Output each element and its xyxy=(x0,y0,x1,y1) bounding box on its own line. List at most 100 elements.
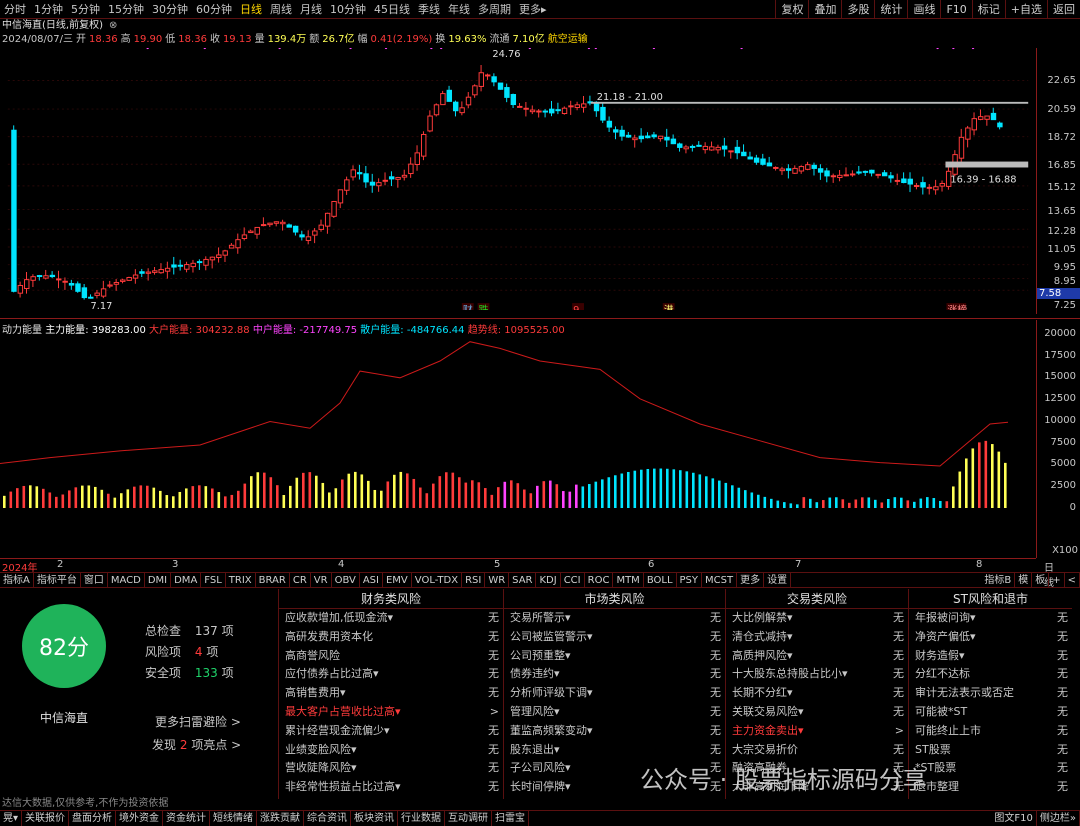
indicator-tab-5[interactable]: DMA xyxy=(171,573,202,587)
bottom-tab-8[interactable]: 板块资讯 xyxy=(351,811,399,826)
period-tab-13[interactable]: 多周期 xyxy=(474,0,515,19)
risk-row[interactable]: 应收款增加,低现金流▾ 无 xyxy=(279,609,503,628)
bottom-tab-3[interactable]: 境外资金 xyxy=(116,811,164,826)
risk-row[interactable]: 净资产偏低▾ 无 xyxy=(909,628,1072,647)
risk-row[interactable]: 大宗交易折价 无 xyxy=(726,741,908,760)
tool-button-4[interactable]: 画线 xyxy=(907,0,940,19)
risk-row[interactable]: 可能被*ST 无 xyxy=(909,703,1072,722)
period-tab-2[interactable]: 5分钟 xyxy=(67,0,104,19)
risk-row[interactable]: 公司预重整▾ 无 xyxy=(504,647,725,666)
risk-row[interactable]: 高研发费用资本化 无 xyxy=(279,628,503,647)
risk-row[interactable]: 非经常性损益占比过高▾ 无 xyxy=(279,778,503,797)
indicator-name[interactable]: 动力能量 xyxy=(0,325,42,336)
indicator-tab-17[interactable]: SAR xyxy=(509,573,537,587)
risk-row[interactable]: 债券违约▾ 无 xyxy=(504,665,725,684)
indicator-tab-22[interactable]: BOLL xyxy=(644,573,677,587)
risk-row[interactable]: 审计无法表示或否定 无 xyxy=(909,684,1072,703)
candlestick-chart[interactable]: 21.18 - 21.00 16.39 - 16.88 24.76 7.17 财跌 9 港 涨… xyxy=(0,48,1036,310)
toolbar-right-2[interactable]: 板 xyxy=(1032,573,1050,587)
period-tab-12[interactable]: 年线 xyxy=(444,0,474,19)
risk-row[interactable]: 分红不达标 无 xyxy=(909,665,1072,684)
bottom-tab-4[interactable]: 资金统计 xyxy=(163,811,211,826)
stock-title[interactable]: 中信海直(日线,前复权) xyxy=(2,19,103,33)
toolbar-right-0[interactable]: 指标B xyxy=(981,573,1016,587)
period-tab-7[interactable]: 周线 xyxy=(266,0,296,19)
tool-button-6[interactable]: 标记 xyxy=(971,0,1005,19)
indicator-tab-9[interactable]: CR xyxy=(290,573,311,587)
indicator-tab-24[interactable]: MCST xyxy=(702,573,738,587)
bottom-tab-7[interactable]: 综合资讯 xyxy=(304,811,352,826)
close-icon[interactable]: ⊗ xyxy=(109,19,117,33)
period-tab-1[interactable]: 1分钟 xyxy=(30,0,67,19)
tool-button-3[interactable]: 统计 xyxy=(874,0,907,19)
risk-row[interactable]: 高商誉风险 无 xyxy=(279,647,503,666)
risk-row[interactable]: 清仓式减持▾ 无 xyxy=(726,628,908,647)
period-tab-0[interactable]: 分时 xyxy=(0,0,30,19)
indicator-tab-25[interactable]: 更多 xyxy=(737,573,765,587)
risk-row[interactable]: 十大股东总持股占比小▾ 无 xyxy=(726,665,908,684)
risk-row[interactable]: 关联交易风险▾ 无 xyxy=(726,703,908,722)
risk-row[interactable]: 最大客户占营收比过高▾ > xyxy=(279,703,503,722)
indicator-tab-12[interactable]: ASI xyxy=(360,573,383,587)
indicator-tab-11[interactable]: OBV xyxy=(332,573,360,587)
tool-button-2[interactable]: 多股 xyxy=(841,0,874,19)
risk-row[interactable]: 管理风险▾ 无 xyxy=(504,703,725,722)
risk-row[interactable]: 董监高频繁变动▾ 无 xyxy=(504,722,725,741)
risk-row[interactable]: 公司被监管警示▾ 无 xyxy=(504,628,725,647)
tool-button-5[interactable]: F10 xyxy=(940,0,971,19)
risk-row[interactable]: 股东退出▾ 无 xyxy=(504,741,725,760)
bottom-tab-6[interactable]: 涨跌贡献 xyxy=(257,811,305,826)
period-tab-14[interactable]: 更多▸ xyxy=(515,0,551,19)
indicator-tab-18[interactable]: KDJ xyxy=(536,573,561,587)
indicator-tab-7[interactable]: TRIX xyxy=(226,573,256,587)
tool-button-8[interactable]: 返回 xyxy=(1047,0,1080,19)
indicator-tab-2[interactable]: 窗口 xyxy=(81,573,108,587)
bottom-tab-1[interactable]: 关联报价 xyxy=(22,811,70,826)
pane-divider[interactable] xyxy=(0,318,1080,319)
risk-row[interactable]: 营收陡降风险▾ 无 xyxy=(279,759,503,778)
indicator-tab-20[interactable]: ROC xyxy=(585,573,614,587)
risk-row[interactable]: 主力资金卖出▾ > xyxy=(726,722,908,741)
indicator-tab-19[interactable]: CCI xyxy=(561,573,585,587)
risk-row[interactable]: 长期不分红▾ 无 xyxy=(726,684,908,703)
risk-row[interactable]: 分析师评级下调▾ 无 xyxy=(504,684,725,703)
risk-row[interactable]: 大比例解禁▾ 无 xyxy=(726,609,908,628)
period-tab-3[interactable]: 15分钟 xyxy=(104,0,148,19)
bottom-tab-11[interactable]: 扫雷宝 xyxy=(492,811,530,826)
indicator-tab-3[interactable]: MACD xyxy=(108,573,145,587)
toolbar-right-1[interactable]: 模 xyxy=(1015,573,1033,587)
period-tab-4[interactable]: 30分钟 xyxy=(148,0,192,19)
indicator-tab-10[interactable]: VR xyxy=(311,573,332,587)
indicator-tab-8[interactable]: BRAR xyxy=(256,573,290,587)
risk-row[interactable]: 财务造假▾ 无 xyxy=(909,647,1072,666)
bottom-tab-9[interactable]: 行业数据 xyxy=(398,811,446,826)
risk-row[interactable]: 高销售费用▾ 无 xyxy=(279,684,503,703)
indicator-tab-15[interactable]: RSI xyxy=(462,573,486,587)
sector-label[interactable]: 航空运输 xyxy=(548,33,588,47)
tool-button-0[interactable]: 复权 xyxy=(775,0,808,19)
risk-row[interactable]: 业绩变脸风险▾ 无 xyxy=(279,741,503,760)
bottom-right-0[interactable]: 图文F10 xyxy=(991,811,1037,826)
bottom-tab-10[interactable]: 互动调研 xyxy=(445,811,493,826)
risk-row[interactable]: 高质押风险▾ 无 xyxy=(726,647,908,666)
risk-row[interactable]: 交易所警示▾ 无 xyxy=(504,609,725,628)
risk-row[interactable]: 应付债券占比过高▾ 无 xyxy=(279,665,503,684)
bottom-tab-0[interactable]: 晃▾ xyxy=(0,811,23,826)
highlight-link[interactable]: 发现 2 项亮点 > xyxy=(152,736,241,753)
risk-row[interactable]: 年报被问询▾ 无 xyxy=(909,609,1072,628)
toolbar-right-4[interactable]: < xyxy=(1065,573,1080,587)
bottom-right-1[interactable]: 侧边栏» xyxy=(1037,811,1080,826)
indicator-tab-14[interactable]: VOL-TDX xyxy=(412,573,463,587)
indicator-tab-26[interactable]: 设置 xyxy=(764,573,792,587)
indicator-tab-1[interactable]: 指标平台 xyxy=(34,573,81,587)
period-tab-10[interactable]: 45日线 xyxy=(370,0,414,19)
period-tab-5[interactable]: 60分钟 xyxy=(192,0,236,19)
tool-button-1[interactable]: 叠加 xyxy=(808,0,841,19)
indicator-tab-16[interactable]: WR xyxy=(485,573,510,587)
risk-row[interactable]: 可能终止上市 无 xyxy=(909,722,1072,741)
indicator-tab-0[interactable]: 指标A xyxy=(0,573,34,587)
risk-row[interactable]: 退市整理无 xyxy=(909,778,1072,797)
indicator-tab-23[interactable]: PSY xyxy=(677,573,703,587)
period-tab-8[interactable]: 月线 xyxy=(296,0,326,19)
bottom-tab-2[interactable]: 盘面分析 xyxy=(69,811,117,826)
